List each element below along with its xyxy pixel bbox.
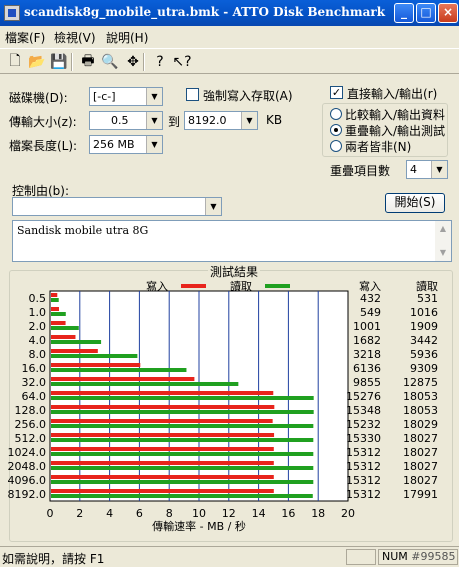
description-scrollbar[interactable]: ▲ ▼ bbox=[435, 221, 451, 261]
open-folder-icon[interactable]: 📂 bbox=[27, 52, 47, 72]
close-button[interactable]: × bbox=[438, 3, 458, 23]
compare-io-label: 比較輸入/輸出資料 bbox=[345, 108, 446, 122]
transfer-unit-label: KB bbox=[266, 113, 283, 127]
toolbar-separator bbox=[143, 53, 145, 71]
results-group bbox=[9, 270, 453, 542]
chevron-down-icon[interactable]: ▼ bbox=[146, 136, 162, 153]
toolbar: 🗋 📂 💾 🖶 🔍 ✥? ↖? bbox=[0, 48, 459, 74]
print-icon[interactable]: 🖶 bbox=[78, 52, 98, 72]
app-icon[interactable] bbox=[4, 5, 20, 21]
menu-view[interactable]: 檢視(V) bbox=[54, 29, 96, 46]
queue-depth-value: 4 bbox=[410, 163, 417, 176]
status-bar: 如需說明，請按 F1 NUM #99585 bbox=[0, 546, 459, 566]
scroll-up-icon[interactable]: ▲ bbox=[435, 221, 451, 237]
print-preview-icon[interactable]: 🔍 bbox=[100, 52, 120, 72]
menu-file[interactable]: 檔案(F) bbox=[5, 29, 45, 46]
overlap-io-label: 重疊輸入/輸出測試 bbox=[345, 124, 446, 138]
chevron-down-icon[interactable]: ▼ bbox=[146, 112, 162, 129]
overlap-io-radio[interactable] bbox=[330, 124, 342, 136]
status-empty-panel bbox=[346, 549, 376, 565]
transfer-size-label: 傳輸大小(z): bbox=[9, 115, 77, 129]
help-icon[interactable]: ? bbox=[150, 52, 170, 72]
save-disk-icon[interactable]: 💾 bbox=[49, 52, 69, 72]
description-textarea[interactable]: Sandisk mobile utra 8G ▲ ▼ bbox=[12, 220, 452, 262]
context-help-icon[interactable]: ↖? bbox=[172, 52, 192, 72]
transfer-to-value: 8192.0 bbox=[188, 114, 227, 127]
queue-depth-label: 重疊項目數 bbox=[330, 164, 391, 178]
status-help-text: 如需說明，請按 F1 bbox=[2, 552, 105, 566]
file-length-value: 256 MB bbox=[93, 138, 135, 151]
title-bar[interactable]: scandisk8g_mobile_utra.bmk - ATTO Disk B… bbox=[0, 0, 459, 26]
menu-bar: 檔案(F) 檢視(V) 說明(H) bbox=[0, 26, 459, 46]
chevron-down-icon[interactable]: ▼ bbox=[241, 112, 257, 129]
chevron-down-icon[interactable]: ▼ bbox=[146, 88, 162, 105]
toolbar-separator bbox=[71, 53, 73, 71]
force-write-checkbox[interactable] bbox=[186, 88, 199, 101]
transfer-from-select[interactable]: 0.5 ▼ bbox=[89, 111, 163, 130]
chevron-down-icon[interactable]: ▼ bbox=[205, 198, 221, 215]
num-lock-indicator: NUM bbox=[382, 550, 408, 563]
queue-depth-select[interactable]: 4 ▼ bbox=[406, 160, 448, 179]
direct-io-label: 直接輸入/輸出(r) bbox=[347, 87, 438, 101]
control-select[interactable]: ▼ bbox=[12, 197, 222, 216]
window-title: scandisk8g_mobile_utra.bmk - ATTO Disk B… bbox=[24, 5, 386, 19]
file-length-label: 檔案長度(L): bbox=[9, 139, 78, 153]
neither-radio[interactable] bbox=[330, 140, 342, 152]
start-button[interactable]: 開始(S) bbox=[385, 193, 445, 213]
move-icon[interactable]: ✥ bbox=[123, 52, 143, 72]
force-write-label: 強制寫入存取(A) bbox=[203, 89, 293, 103]
transfer-to-select[interactable]: 8192.0 ▼ bbox=[184, 111, 258, 130]
compare-io-radio[interactable] bbox=[330, 108, 342, 120]
drive-value: [-c-] bbox=[93, 90, 116, 103]
neither-label: 兩者皆非(N) bbox=[345, 140, 412, 154]
drive-select[interactable]: [-c-] ▼ bbox=[89, 87, 163, 106]
scroll-down-icon[interactable]: ▼ bbox=[435, 245, 451, 261]
chevron-down-icon[interactable]: ▼ bbox=[431, 161, 447, 178]
transfer-from-value: 0.5 bbox=[111, 114, 129, 127]
description-text: Sandisk mobile utra 8G bbox=[17, 224, 149, 237]
new-file-icon[interactable]: 🗋 bbox=[5, 52, 25, 72]
results-title: 測試結果 bbox=[208, 263, 261, 280]
maximize-button[interactable]: □ bbox=[416, 3, 436, 23]
direct-io-checkbox[interactable]: ✓ bbox=[330, 86, 343, 99]
status-extra-text: #99585 bbox=[411, 550, 456, 563]
status-num-panel: NUM #99585 bbox=[378, 549, 458, 565]
drive-label: 磁碟機(D): bbox=[9, 91, 68, 105]
menu-help[interactable]: 說明(H) bbox=[106, 29, 148, 46]
transfer-to-label: 到 bbox=[168, 115, 181, 129]
minimize-button[interactable]: _ bbox=[394, 3, 414, 23]
file-length-select[interactable]: 256 MB ▼ bbox=[89, 135, 163, 154]
